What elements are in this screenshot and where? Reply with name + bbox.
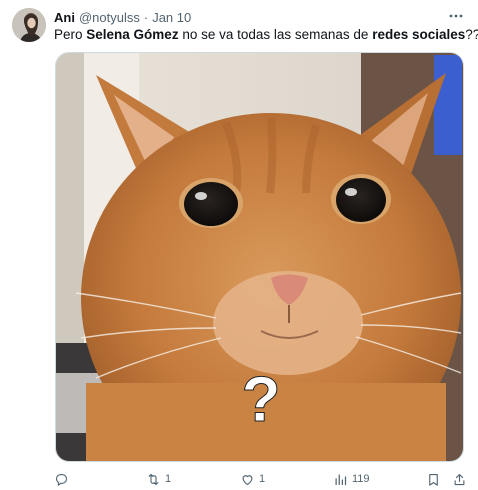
avatar[interactable] (12, 8, 46, 42)
bookmark-icon (429, 473, 438, 486)
heart-icon (242, 474, 253, 485)
reply-button[interactable] (54, 470, 73, 488)
author-name[interactable]: Ani (54, 10, 75, 25)
retweet-button[interactable]: 1 (146, 470, 171, 488)
reply-icon (55, 473, 68, 486)
media-overlay-question-mark: ? (241, 363, 280, 435)
tweet-date[interactable]: Jan 10 (152, 10, 191, 25)
tweet-text-bold: Selena Gómez (86, 27, 179, 42)
share-button[interactable] (452, 470, 467, 488)
retweet-count: 1 (165, 473, 172, 485)
more-dots-icon[interactable] (446, 6, 466, 26)
share-icon (454, 473, 465, 485)
like-button[interactable]: 1 (240, 470, 265, 488)
author-handle[interactable]: @notyulss (79, 10, 140, 25)
retweet-icon (148, 473, 159, 485)
tweet-text-part: Pero (54, 27, 87, 42)
tweet-text: Pero Selena Gómez no se va todas las sem… (54, 26, 478, 44)
bookmark-button[interactable] (426, 470, 441, 488)
views-button[interactable]: 119 (333, 470, 370, 488)
avatar-image (12, 8, 46, 42)
cat-photo: ? (56, 53, 463, 461)
separator-dot: · (143, 9, 149, 25)
tweet-text-part: ?? (465, 27, 478, 42)
tweet-card[interactable]: Ani @notyulss · Jan 10 Pero Selena Gómez… (0, 0, 478, 490)
views-count: 119 (352, 473, 370, 485)
tweet-text-part: no se va todas las semanas de (178, 27, 373, 42)
tweet-media-image[interactable]: ? (55, 52, 464, 462)
tweet-text-bold: redes sociales (372, 27, 466, 42)
like-count: 1 (259, 473, 266, 485)
tweet-actions-bar: 1 1 119 (54, 470, 474, 488)
tweet-header: Ani @notyulss · Jan 10 (54, 8, 466, 26)
views-chart-icon (335, 474, 347, 485)
